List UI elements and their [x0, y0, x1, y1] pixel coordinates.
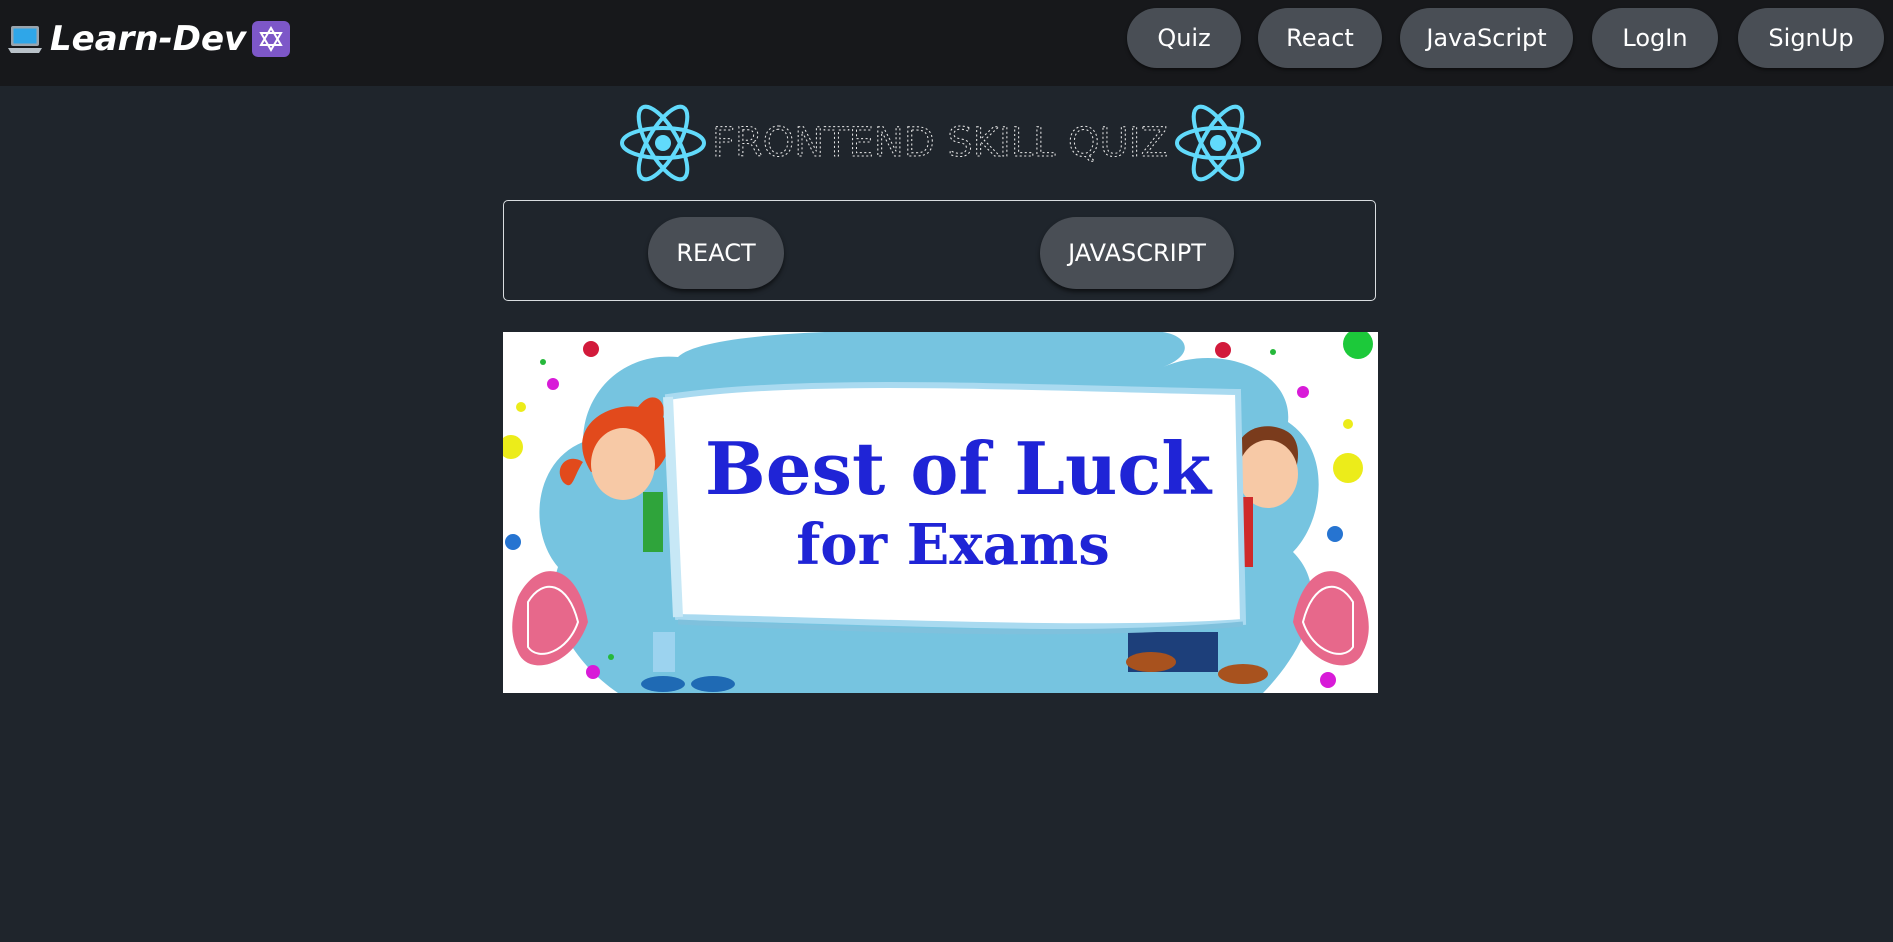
- react-logo-icon: [1175, 104, 1261, 182]
- nav-login-button[interactable]: LogIn: [1592, 8, 1718, 68]
- nav-react-button[interactable]: React: [1258, 8, 1382, 68]
- react-quiz-button[interactable]: REACT: [648, 217, 784, 289]
- banner-illustration: Best of Luck for Exams: [503, 332, 1378, 693]
- brand-name: Learn-Dev: [50, 19, 247, 59]
- quiz-category-panel: REACT JAVASCRIPT: [503, 200, 1376, 301]
- react-logo-icon: [620, 104, 706, 182]
- hero-title: FRONTEND SKILL QUIZ: [712, 120, 1168, 166]
- brand[interactable]: Learn-Dev: [6, 18, 291, 60]
- banner-line1: Best of Luck: [705, 426, 1213, 511]
- laptop-icon: [8, 26, 42, 53]
- nav-quiz-button[interactable]: Quiz: [1127, 8, 1241, 68]
- good-luck-banner: Best of Luck for Exams: [503, 332, 1378, 693]
- nav-javascript-button[interactable]: JavaScript: [1400, 8, 1573, 68]
- star-of-david-icon: [252, 21, 291, 57]
- nav-signup-button[interactable]: SignUp: [1738, 8, 1884, 68]
- banner-line2: for Exams: [796, 512, 1110, 578]
- hero-heading: FRONTEND SKILL QUIZ: [620, 104, 1261, 182]
- javascript-quiz-button[interactable]: JAVASCRIPT: [1040, 217, 1234, 289]
- top-navbar: Learn-Dev Quiz React JavaScript LogIn Si…: [0, 0, 1893, 86]
